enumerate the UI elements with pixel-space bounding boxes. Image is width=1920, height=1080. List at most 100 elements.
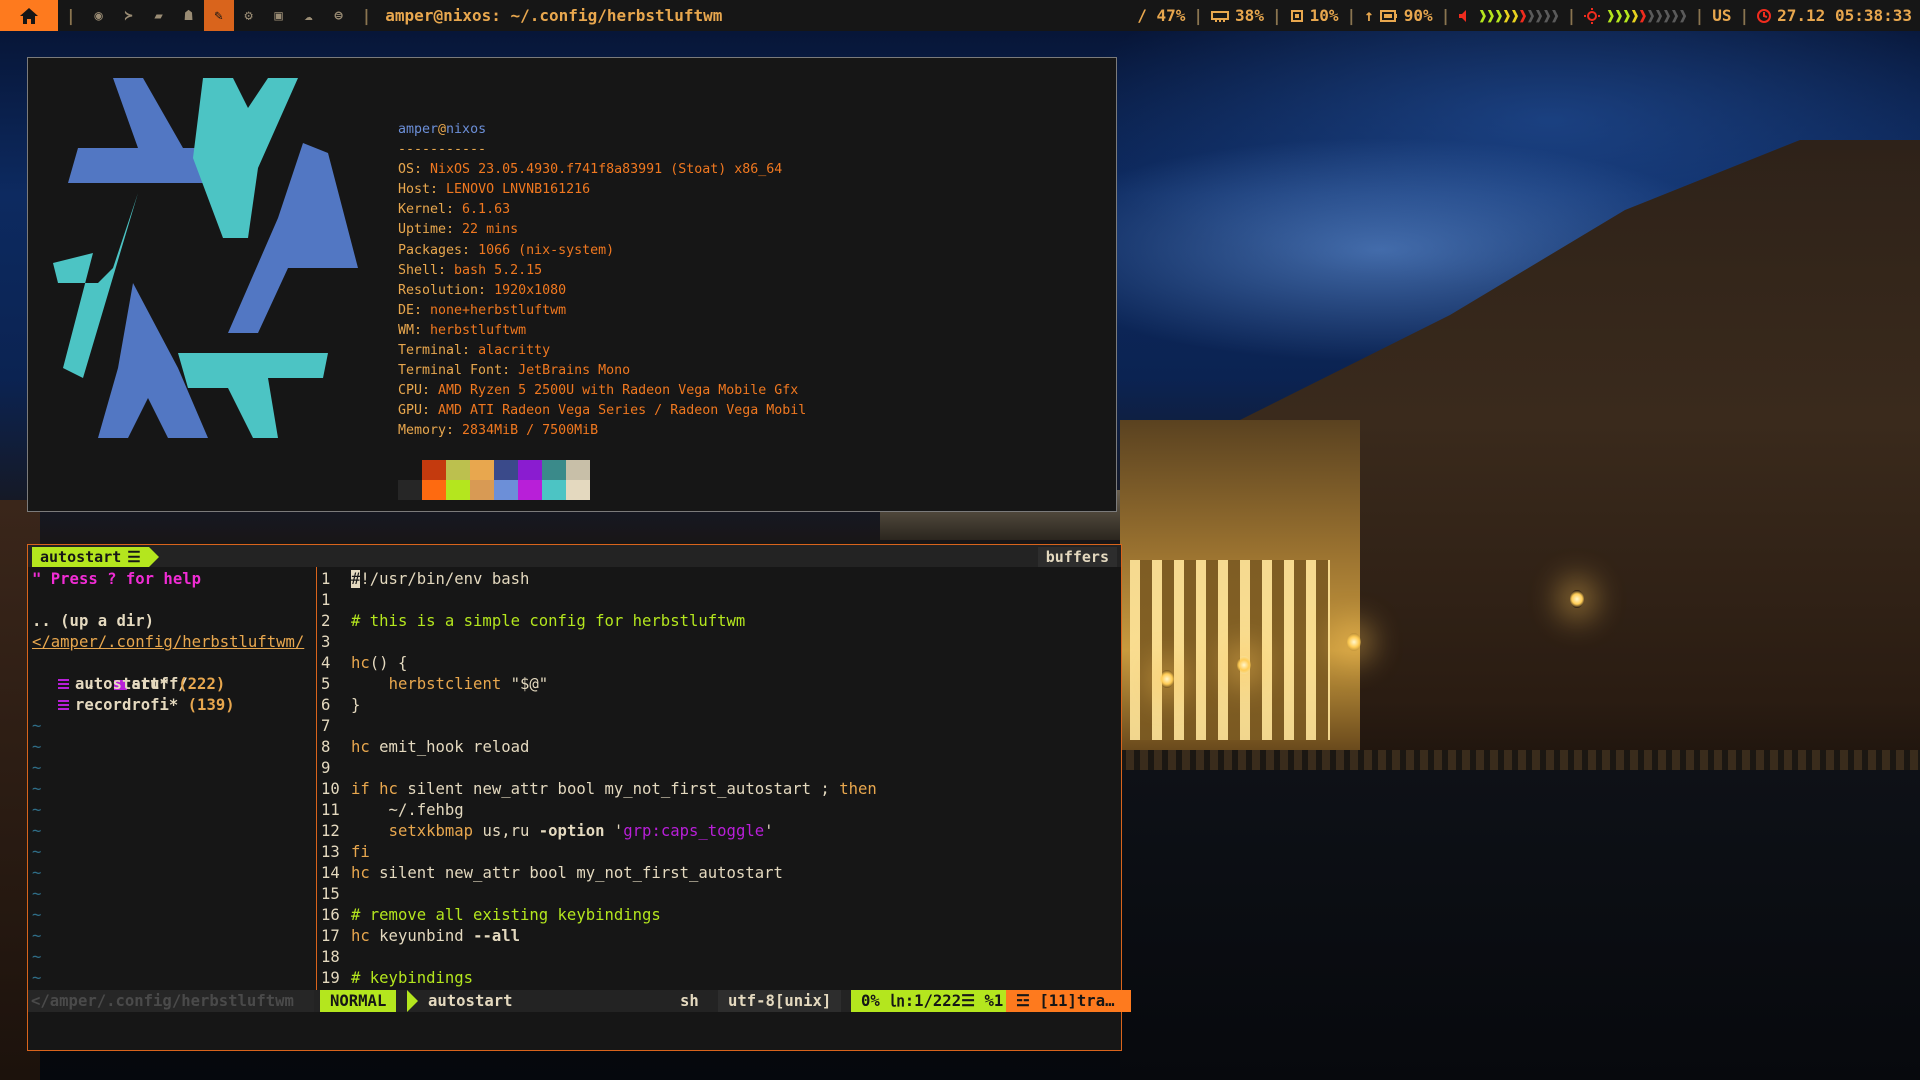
cpu-usage: 10% <box>1309 6 1339 25</box>
palette-swatch <box>566 480 590 500</box>
workspace-8[interactable]: ☁ <box>294 0 324 31</box>
line-text: } <box>351 696 361 714</box>
tree-current-path[interactable]: </amper/.config/herbstluftwm/ <box>32 632 314 653</box>
ram-module[interactable]: 38% <box>1211 6 1264 25</box>
file-name: recordrofi* <box>75 696 188 714</box>
level-step: ❱ <box>1678 7 1688 25</box>
palette-swatch <box>518 480 542 500</box>
workspace-4[interactable]: ☗ <box>174 0 204 31</box>
info-row: GPU: AMD ATI Radeon Vega Series / Radeon… <box>398 401 806 421</box>
file-line-count: (139) <box>187 696 235 714</box>
line-number: 8 <box>321 738 331 756</box>
code-line[interactable]: 16 # remove all existing keybindings <box>321 905 1121 926</box>
status-position: 0% ㏑:1/222☰ %1 <box>851 990 1014 1012</box>
empty-line-marker: ~ <box>32 738 42 756</box>
level-step: ❱ <box>1518 7 1527 25</box>
code-editor[interactable]: 1 #!/usr/bin/env bash 1 2 # this is a simple… <box>321 569 1121 1001</box>
separator: | <box>1739 6 1750 25</box>
workspace-3[interactable]: ▰ <box>144 0 174 31</box>
empty-line-marker: ~ <box>32 906 42 924</box>
code-line[interactable]: 9 <box>321 758 1121 779</box>
info-value: bash 5.2.15 <box>454 262 543 278</box>
hostname: nixos <box>446 122 487 137</box>
code-line[interactable]: 3 <box>321 632 1121 653</box>
battery-level: 90% <box>1403 6 1433 25</box>
palette-swatch <box>542 460 566 480</box>
code-line[interactable]: 13 fi <box>321 842 1121 863</box>
status-warning: ☲ [11]tra… <box>1006 990 1131 1012</box>
line-text: fi <box>351 843 370 861</box>
tree-file-item[interactable]: autostart* (222) <box>32 674 314 695</box>
workspace-9[interactable]: ⊜ <box>324 0 354 31</box>
tree-up-dir[interactable]: .. (up a dir) <box>32 611 314 632</box>
code-line[interactable]: 15 <box>321 884 1121 905</box>
info-row: Terminal Font: JetBrains Mono <box>398 361 806 381</box>
battery-module[interactable]: ↑ 90% <box>1364 6 1433 25</box>
code-line[interactable]: 19 # keybindings <box>321 968 1121 989</box>
code-line[interactable]: 2 # this is a simple config for herbstluf… <box>321 611 1121 632</box>
home-button[interactable] <box>0 0 58 31</box>
info-row: OS: NixOS 23.05.4930.f741f8a83991 (Stoat… <box>398 160 806 180</box>
info-row: Shell: bash 5.2.15 <box>398 261 806 281</box>
workspace-5[interactable]: ✎ <box>203 0 234 31</box>
level-step: ❱ <box>1542 7 1552 25</box>
vertical-split[interactable] <box>316 567 317 1005</box>
nerdtree-panel[interactable]: " Press ? for help .. (up a dir) </amper… <box>32 569 314 1001</box>
info-value: 22 mins <box>462 222 519 238</box>
code-line[interactable]: 10 if hc silent new_attr bool my_not_firs… <box>321 779 1121 800</box>
line-number: 2 <box>321 612 331 630</box>
code-line[interactable]: 12 setxkbmap us,ru -option 'grp:caps_tog… <box>321 821 1121 842</box>
code-line[interactable]: 17 hc keyunbind --all <box>321 926 1121 947</box>
info-row: WM: herbstluftwm <box>398 321 806 341</box>
volume-module[interactable]: ❱❱❱❱❱❱❱❱❱❱ <box>1458 6 1560 25</box>
code-line[interactable]: 6} <box>321 695 1121 716</box>
speaker-icon <box>1459 9 1467 22</box>
wallpaper-lamp <box>1570 590 1584 608</box>
code-line[interactable]: 18 <box>321 947 1121 968</box>
line-number: 14 <box>321 864 340 882</box>
level-step: ❱ <box>1550 7 1560 25</box>
info-value: herbstluftwm <box>430 322 527 338</box>
buffers-label[interactable]: buffers <box>1037 547 1117 567</box>
code-line[interactable]: 14 hc silent new_attr bool my_not_first_a… <box>321 863 1121 884</box>
palette-swatch <box>470 460 494 480</box>
info-value: AMD ATI Radeon Vega Series / Radeon Vega… <box>438 403 807 419</box>
terminal-neofetch[interactable]: amper@nixos ----------- OS: NixOS 23.05.… <box>27 57 1117 512</box>
line-number: 15 <box>321 885 340 903</box>
clock-module[interactable]: 27.12 05:38:33 <box>1757 6 1912 25</box>
disk-module[interactable]: / 47% <box>1137 6 1185 25</box>
code-line[interactable]: 8 hc emit_hook reload <box>321 737 1121 758</box>
terminal-vim[interactable]: autostart ☰ buffers " Press ? for help .… <box>27 544 1131 1051</box>
workspace-2[interactable]: ≻ <box>114 0 144 31</box>
clock-icon <box>1757 8 1772 23</box>
tree-folder-item[interactable]: ▸ stuff/ <box>32 653 314 693</box>
code-line[interactable]: 11 ~/.fehbg <box>321 800 1121 821</box>
workspace-6[interactable]: ⚙ <box>234 0 264 31</box>
tree-file-item[interactable]: recordrofi* (139) <box>32 695 314 716</box>
code-line[interactable]: 5 herbstclient "$@" <box>321 674 1121 695</box>
wallpaper-lamp <box>1237 656 1251 674</box>
info-key: Packages: <box>398 242 479 258</box>
volume-slider[interactable]: ❱❱❱❱❱❱❱❱❱❱ <box>1478 6 1560 25</box>
info-row: Kernel: 6.1.63 <box>398 200 806 220</box>
separator: | <box>361 6 372 25</box>
info-row: Uptime: 22 mins <box>398 220 806 240</box>
cpu-module[interactable]: 10% <box>1290 6 1339 25</box>
code-line[interactable]: 4 hc() { <box>321 653 1121 674</box>
keyboard-layout[interactable]: US <box>1712 6 1731 25</box>
terminal-icon: ≻ <box>124 7 133 24</box>
info-key: DE: <box>398 302 431 318</box>
code-line[interactable]: 1 <box>321 590 1121 611</box>
brightness-slider[interactable]: ❱❱❱❱❱❱❱❱❱❱ <box>1606 6 1688 25</box>
brightness-module[interactable]: ❱❱❱❱❱❱❱❱❱❱ <box>1584 6 1688 25</box>
info-value: none+herbstluftwm <box>430 302 567 318</box>
code-line[interactable]: 7 <box>321 716 1121 737</box>
workspace-7[interactable]: ▣ <box>264 0 294 31</box>
info-key: Host: <box>398 182 447 198</box>
workspace-1[interactable]: ◉ <box>84 0 114 31</box>
code-line[interactable]: 1 #!/usr/bin/env bash <box>321 569 1121 590</box>
line-number: 19 <box>321 969 340 987</box>
tab-autostart[interactable]: autostart ☰ <box>32 547 149 567</box>
line-text: hc silent new_attr bool my_not_first_aut… <box>351 864 783 882</box>
line-number: 5 <box>321 675 331 693</box>
